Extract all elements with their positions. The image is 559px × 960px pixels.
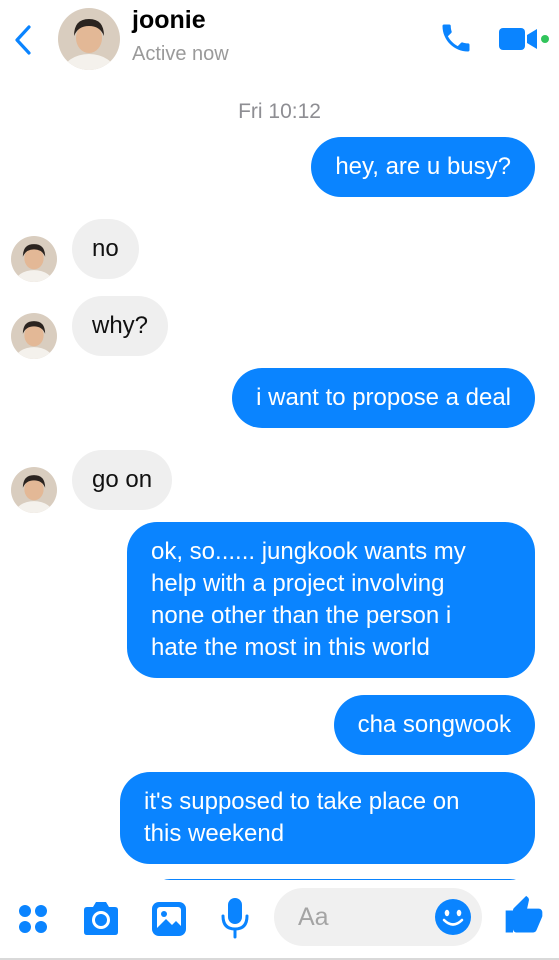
outgoing-message[interactable]: cha songwook	[333, 695, 535, 755]
microphone-icon[interactable]	[219, 896, 251, 940]
video-call-icon[interactable]	[497, 24, 551, 54]
outgoing-message[interactable]: i want to propose a deal	[232, 368, 535, 428]
message-input[interactable]: Aa	[274, 888, 482, 946]
message-input-placeholder: Aa	[298, 903, 329, 931]
outgoing-message[interactable]: ok, so...... jungkook wants my help with…	[127, 522, 535, 678]
incoming-message[interactable]: go on	[72, 450, 173, 510]
contact-name: joonie	[132, 6, 206, 34]
message-timestamp: Fri 10:12	[238, 100, 321, 123]
contact-avatar[interactable]	[58, 8, 120, 70]
chat-header: joonie Active now	[0, 0, 559, 82]
active-status: Active now	[132, 43, 229, 65]
incoming-message[interactable]: why?	[72, 296, 169, 356]
gallery-icon[interactable]	[150, 900, 188, 938]
thumbs-up-icon[interactable]	[502, 894, 546, 938]
apps-icon[interactable]	[16, 902, 50, 936]
contact-avatar-small[interactable]	[11, 236, 57, 282]
outgoing-message[interactable]: it's supposed to take place on this week…	[120, 772, 535, 864]
contact-avatar-small[interactable]	[11, 313, 57, 359]
back-chevron-icon[interactable]	[10, 22, 36, 58]
camera-icon[interactable]	[80, 900, 122, 938]
contact-avatar-small[interactable]	[11, 467, 57, 513]
incoming-message[interactable]: no	[72, 219, 139, 279]
message-composer: Aa	[0, 880, 559, 960]
emoji-icon[interactable]	[434, 898, 472, 936]
phone-call-icon[interactable]	[438, 20, 474, 56]
outgoing-message[interactable]: hey, are u busy?	[311, 137, 535, 197]
